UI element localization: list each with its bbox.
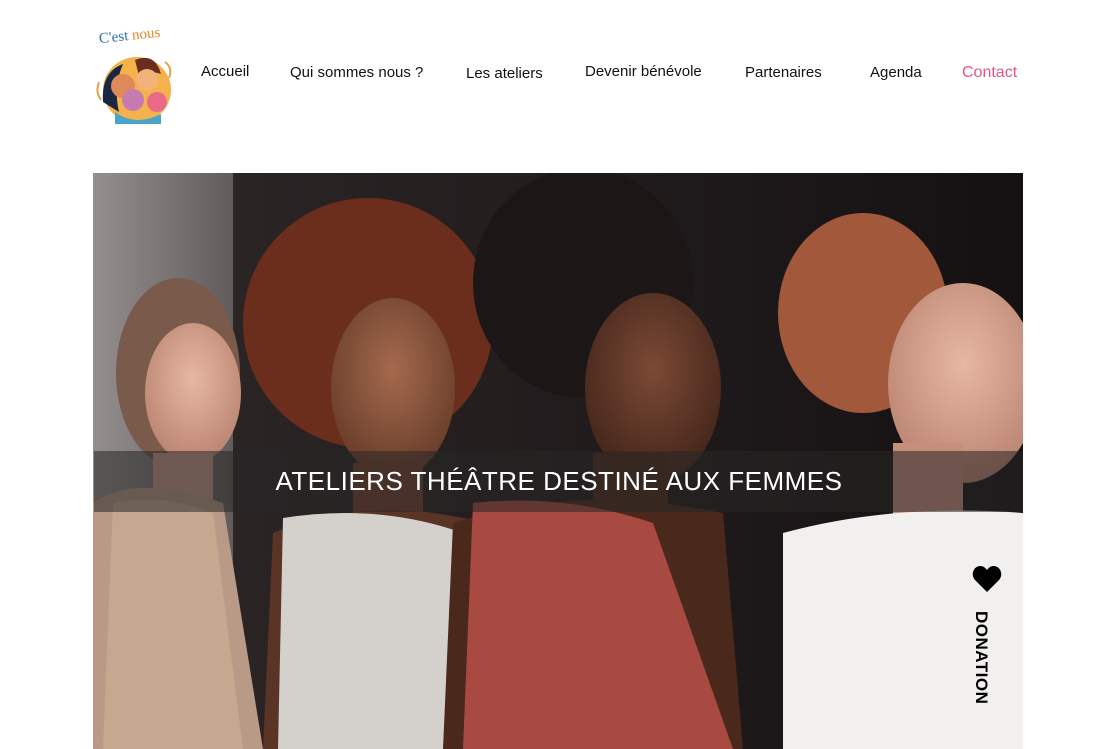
nav-agenda[interactable]: Agenda <box>870 64 922 81</box>
hero-title: ATELIERS THÉÂTRE DESTINÉ AUX FEMMES <box>275 466 843 496</box>
logo-faces-icon <box>96 57 172 124</box>
hero-image: ATELIERS THÉÂTRE DESTINÉ AUX FEMMES <box>93 173 1023 749</box>
hero-banner: ATELIERS THÉÂTRE DESTINÉ AUX FEMMES <box>94 451 1023 512</box>
heart-icon <box>972 566 1002 592</box>
donation-button[interactable]: DONATION <box>969 565 1005 715</box>
donation-label: DONATION <box>972 611 991 705</box>
nav-devenir-benevole[interactable]: Devenir bénévole <box>585 63 702 80</box>
nav-partenaires[interactable]: Partenaires <box>745 64 822 81</box>
nav-qui-sommes-nous[interactable]: Qui sommes nous ? <box>290 64 423 81</box>
site-logo[interactable]: C'est nous <box>95 25 175 124</box>
nav-accueil[interactable]: Accueil <box>201 63 249 80</box>
nav-contact[interactable]: Contact <box>962 64 1017 82</box>
nav-les-ateliers[interactable]: Les ateliers <box>466 65 543 82</box>
